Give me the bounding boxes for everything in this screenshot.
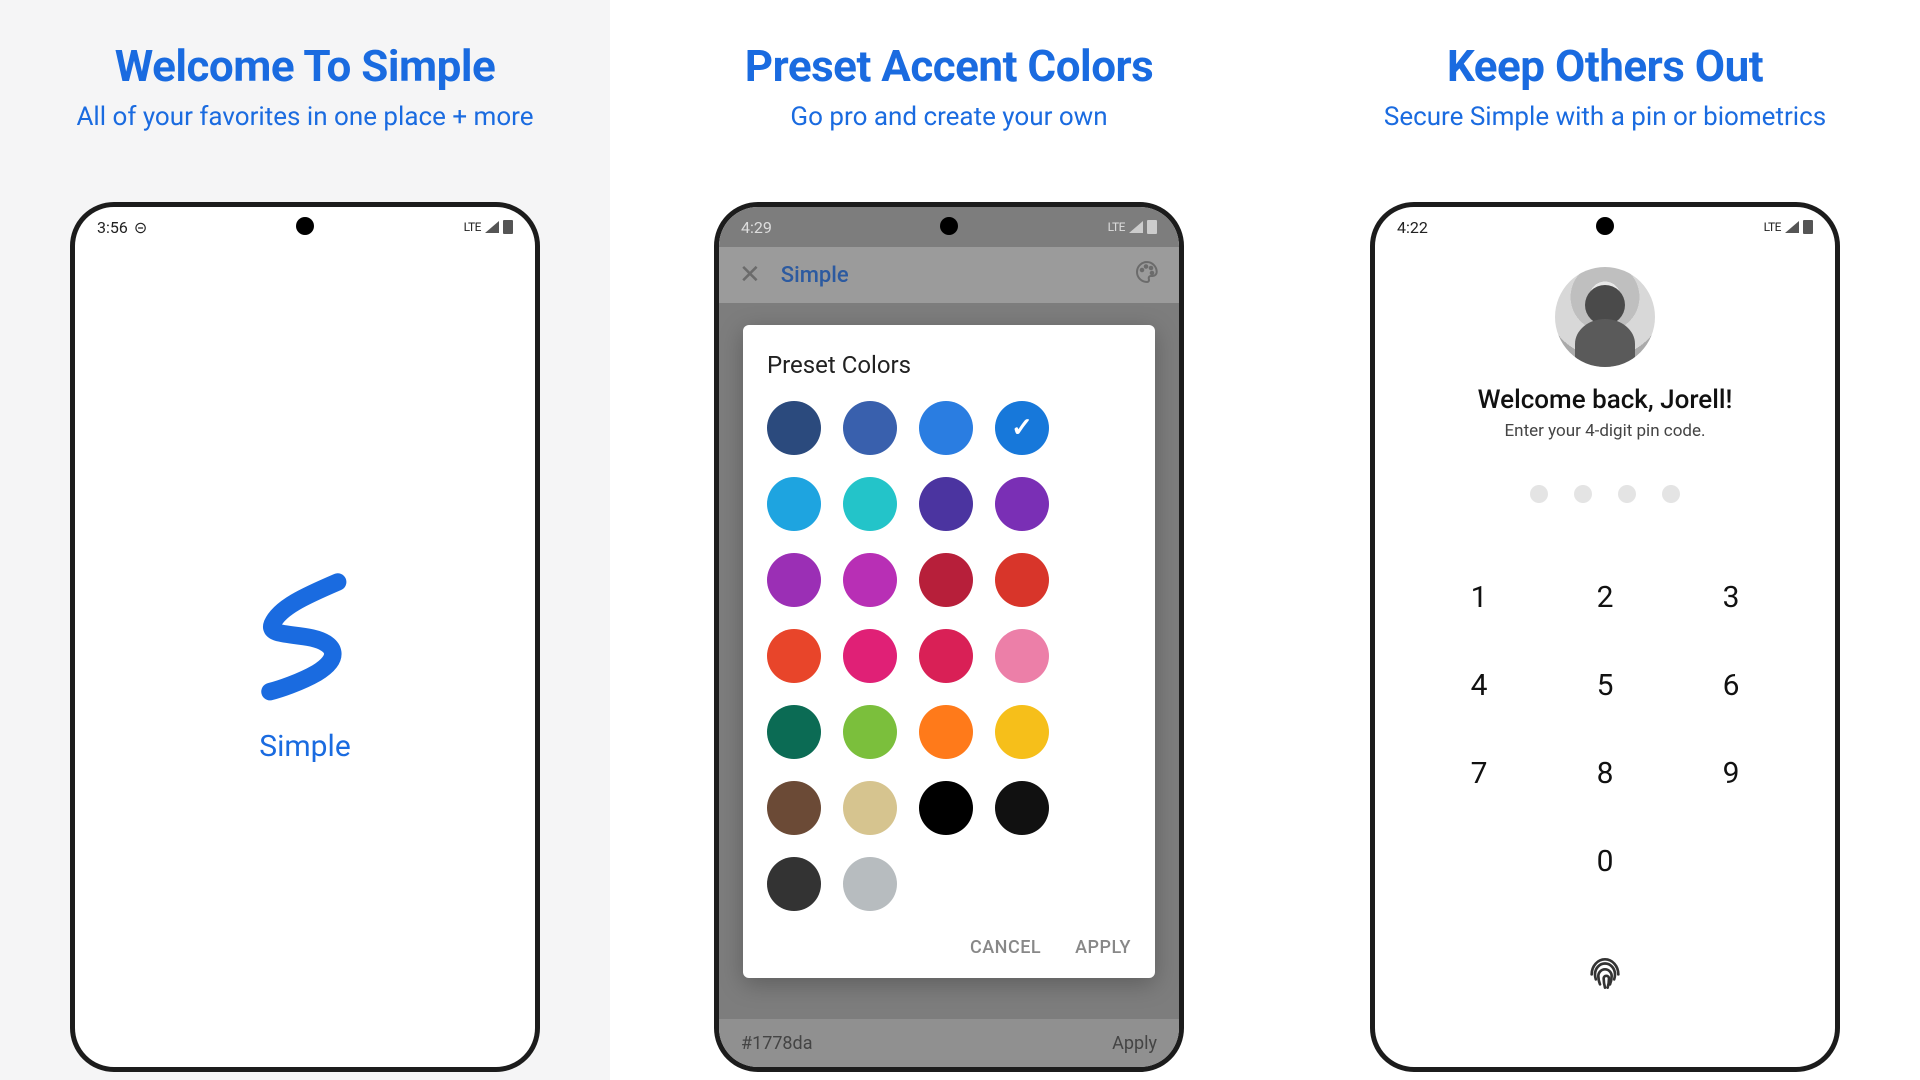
keypad-key-2[interactable]: 2 xyxy=(1545,553,1665,641)
check-icon: ✓ xyxy=(1011,413,1033,443)
color-swatch[interactable] xyxy=(767,629,821,683)
app-logo-icon xyxy=(245,561,365,705)
app-bar: ✕ Simple xyxy=(719,247,1179,303)
battery-icon xyxy=(1147,220,1157,234)
keypad-key-7[interactable]: 7 xyxy=(1419,729,1539,817)
subhead: Go pro and create your own xyxy=(790,102,1107,132)
keypad-spacer xyxy=(1419,817,1539,905)
welcome-back-label: Welcome back, Jorell! xyxy=(1478,385,1733,415)
promo-panel-welcome: Welcome To Simple All of your favorites … xyxy=(0,0,610,1080)
color-swatch[interactable] xyxy=(767,401,821,455)
appbar-title: Simple xyxy=(781,263,849,288)
keypad-key-4[interactable]: 4 xyxy=(1419,641,1539,729)
subhead: All of your favorites in one place + mor… xyxy=(76,102,533,132)
keypad-key-0[interactable]: 0 xyxy=(1545,817,1665,905)
hex-footer: #1778da Apply xyxy=(719,1019,1179,1067)
pin-dot xyxy=(1530,485,1548,503)
headline: Keep Others Out xyxy=(1447,40,1763,92)
battery-icon xyxy=(1803,220,1813,234)
color-swatch[interactable] xyxy=(919,401,973,455)
color-swatch[interactable] xyxy=(843,857,897,911)
phone-camera-notch xyxy=(296,217,314,235)
status-time: 4:29 xyxy=(741,218,772,237)
color-swatch[interactable] xyxy=(767,705,821,759)
headline: Welcome To Simple xyxy=(115,40,496,92)
avatar xyxy=(1555,267,1655,367)
app-name-label: Simple xyxy=(259,729,350,764)
palette-icon[interactable] xyxy=(1135,260,1159,290)
signal-icon xyxy=(485,221,499,233)
keypad-key-5[interactable]: 5 xyxy=(1545,641,1665,729)
keypad-key-8[interactable]: 8 xyxy=(1545,729,1665,817)
color-swatch[interactable] xyxy=(843,629,897,683)
keypad-key-9[interactable]: 9 xyxy=(1671,729,1791,817)
color-swatch[interactable] xyxy=(995,705,1049,759)
pin-dot xyxy=(1662,485,1680,503)
phone-frame: 4:29 LTE ✕ Simple Preset Colors ✓ xyxy=(714,202,1184,1072)
color-swatch[interactable]: ✓ xyxy=(995,401,1049,455)
phone-camera-notch xyxy=(940,217,958,235)
color-swatch[interactable] xyxy=(919,705,973,759)
color-swatch[interactable] xyxy=(767,781,821,835)
close-icon[interactable]: ✕ xyxy=(739,260,761,290)
color-swatch[interactable] xyxy=(919,629,973,683)
color-swatch[interactable] xyxy=(995,629,1049,683)
pin-screen: Welcome back, Jorell! Enter your 4-digit… xyxy=(1375,247,1835,1067)
preset-colors-dialog: Preset Colors ✓ CANCEL APPLY xyxy=(743,325,1155,978)
hex-value: #1778da xyxy=(741,1033,813,1054)
color-swatch[interactable] xyxy=(767,477,821,531)
color-swatch[interactable] xyxy=(767,553,821,607)
promo-panel-colors: Preset Accent Colors Go pro and create y… xyxy=(618,0,1280,1080)
color-swatch[interactable] xyxy=(843,553,897,607)
pin-dot xyxy=(1574,485,1592,503)
network-label: LTE xyxy=(1764,220,1781,234)
color-swatch[interactable] xyxy=(767,857,821,911)
pin-dot xyxy=(1618,485,1636,503)
subhead: Secure Simple with a pin or biometrics xyxy=(1384,102,1826,132)
phone-frame: 4:22 LTE Welcome back, Jorell! Enter you… xyxy=(1370,202,1840,1072)
phone-frame: 3:56 ⊝ LTE Simple xyxy=(70,202,540,1072)
pin-dots xyxy=(1530,485,1680,503)
phone-camera-notch xyxy=(1596,217,1614,235)
network-label: LTE xyxy=(464,220,481,234)
color-swatch[interactable] xyxy=(995,477,1049,531)
color-swatch[interactable] xyxy=(995,781,1049,835)
signal-icon xyxy=(1129,221,1143,233)
signal-icon xyxy=(1785,221,1799,233)
color-swatch-grid: ✓ xyxy=(767,401,1131,911)
network-label: LTE xyxy=(1108,220,1125,234)
color-swatch[interactable] xyxy=(843,781,897,835)
color-swatch[interactable] xyxy=(919,781,973,835)
color-swatch[interactable] xyxy=(995,553,1049,607)
dialog-title: Preset Colors xyxy=(767,351,1131,379)
headline: Preset Accent Colors xyxy=(745,40,1154,92)
keypad-spacer xyxy=(1671,817,1791,905)
color-swatch[interactable] xyxy=(843,401,897,455)
status-time: 4:22 xyxy=(1397,218,1428,237)
keypad-key-3[interactable]: 3 xyxy=(1671,553,1791,641)
color-swatch[interactable] xyxy=(843,705,897,759)
pin-instruction: Enter your 4-digit pin code. xyxy=(1505,421,1706,441)
keypad-key-1[interactable]: 1 xyxy=(1419,553,1539,641)
promo-panel-security: Keep Others Out Secure Simple with a pin… xyxy=(1290,0,1920,1080)
color-swatch[interactable] xyxy=(919,477,973,531)
color-swatch[interactable] xyxy=(843,477,897,531)
splash-screen: Simple xyxy=(75,247,535,1072)
cancel-button[interactable]: CANCEL xyxy=(970,937,1041,958)
keypad-key-6[interactable]: 6 xyxy=(1671,641,1791,729)
apply-button[interactable]: APPLY xyxy=(1075,937,1131,958)
footer-apply-button[interactable]: Apply xyxy=(1112,1033,1157,1054)
status-time: 3:56 xyxy=(97,218,128,237)
pin-keypad: 123 456 7890 xyxy=(1419,553,1791,905)
battery-icon xyxy=(503,220,513,234)
alarm-icon: ⊝ xyxy=(134,218,147,237)
color-swatch[interactable] xyxy=(919,553,973,607)
fingerprint-icon[interactable] xyxy=(1585,951,1625,995)
